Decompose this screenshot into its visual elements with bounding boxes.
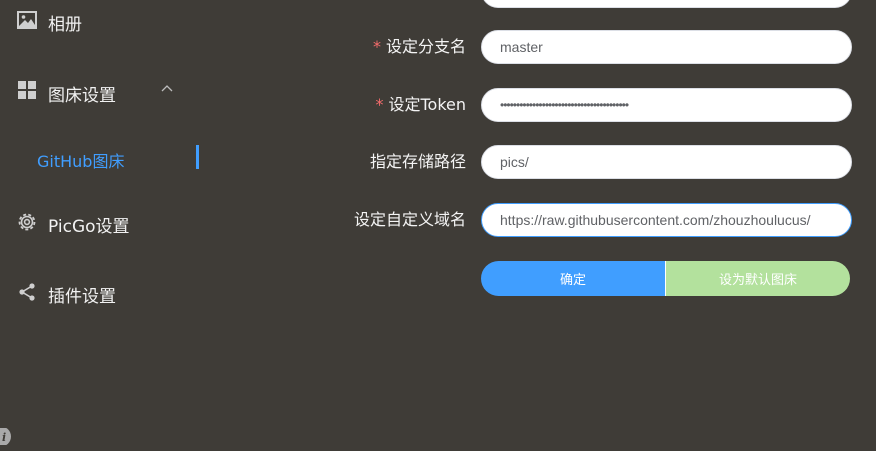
path-label: 指定存储路径 xyxy=(369,152,466,171)
gear-icon xyxy=(16,211,38,233)
chevron-up-icon[interactable] xyxy=(160,82,174,96)
token-input[interactable]: •••••••••••••••••••••••••••••••••••••••• xyxy=(481,88,852,122)
picture-icon xyxy=(16,9,38,31)
grid-icon xyxy=(16,79,38,101)
sidebar-item-picgo-settings[interactable]: PicGo设置 xyxy=(0,207,210,237)
sidebar-item-plugin-settings[interactable]: 插件设置 xyxy=(0,277,210,307)
info-icon[interactable]: i xyxy=(0,428,12,445)
required-mark: * xyxy=(372,37,381,56)
sidebar-item-label: PicGo设置 xyxy=(48,217,130,237)
confirm-button[interactable]: 确定 xyxy=(481,261,665,296)
domain-label: 设定自定义域名 xyxy=(353,210,466,229)
required-mark: * xyxy=(375,95,384,114)
sidebar-item-album[interactable]: 相册 xyxy=(0,5,210,35)
share-icon xyxy=(16,281,38,303)
branch-label: * 设定分支名 xyxy=(372,37,466,56)
action-button-group: 确定 设为默认图床 xyxy=(481,261,850,296)
set-default-button[interactable]: 设为默认图床 xyxy=(665,261,850,296)
active-indicator xyxy=(196,145,199,169)
sidebar-item-label: GitHub图床 xyxy=(37,152,125,171)
sidebar-item-label: 插件设置 xyxy=(48,287,116,307)
upper-input-remnant[interactable] xyxy=(481,0,852,8)
branch-input[interactable] xyxy=(481,30,852,64)
domain-input[interactable] xyxy=(481,203,852,237)
svg-text:i: i xyxy=(2,431,6,444)
sidebar-item-label: 相册 xyxy=(48,15,82,35)
path-input[interactable] xyxy=(481,145,852,179)
sidebar-item-picbed-settings[interactable]: 图床设置 xyxy=(0,76,210,106)
token-label: * 设定Token xyxy=(375,95,466,114)
sidebar-item-github-picbed[interactable]: GitHub图床 xyxy=(0,143,210,173)
sidebar-item-label: 图床设置 xyxy=(48,86,116,106)
